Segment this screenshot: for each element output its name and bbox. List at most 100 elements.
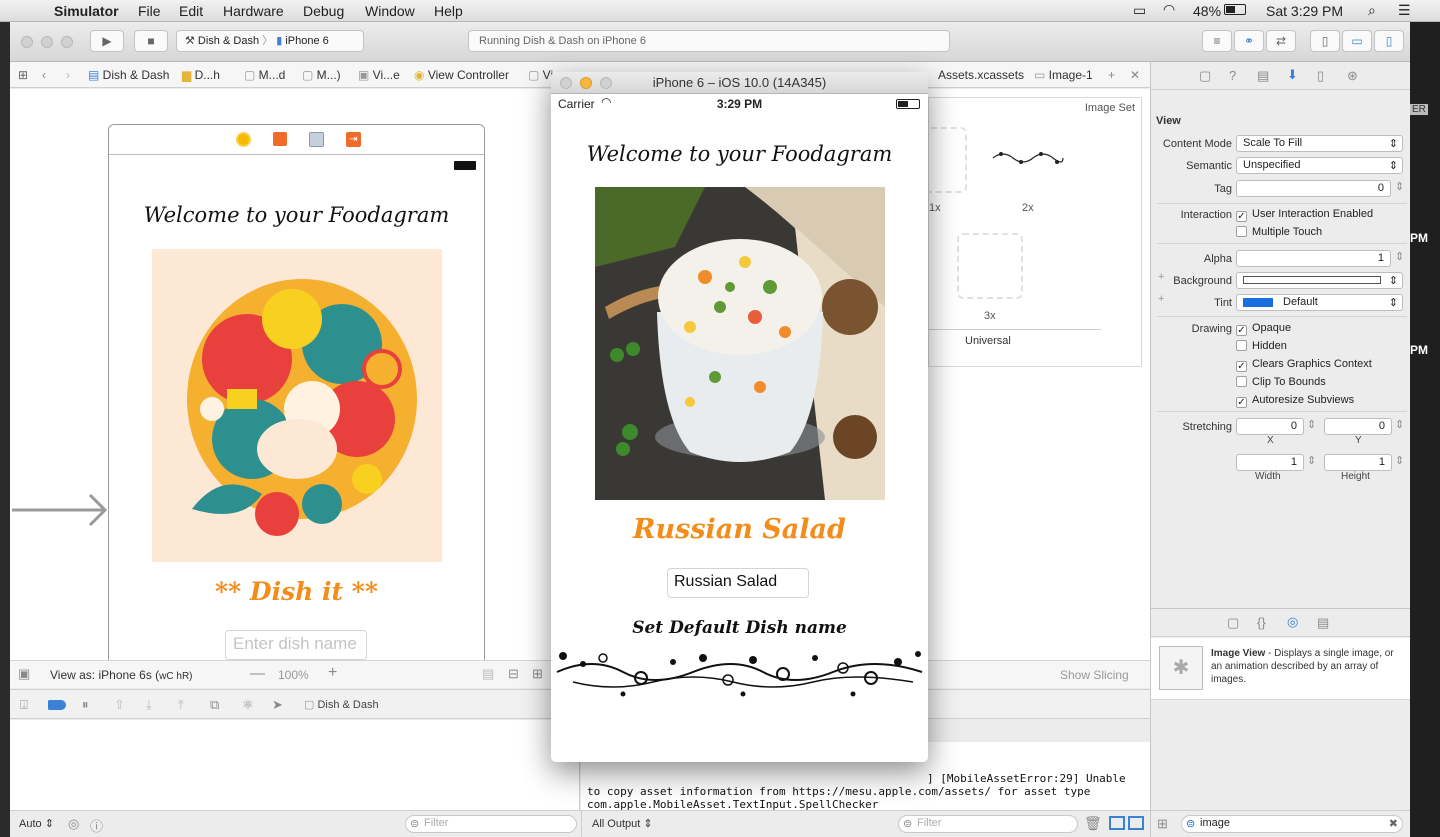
scene-dish-name-field[interactable]: Enter dish name xyxy=(225,630,367,660)
info-icon[interactable]: ⓘ xyxy=(90,816,103,835)
content-mode-select[interactable]: Scale To Fill ⇕ xyxy=(1236,135,1403,152)
debug-area-toggle[interactable]: ▭ xyxy=(1342,30,1372,52)
forward-icon[interactable]: › xyxy=(66,68,70,82)
user-interaction-checkbox[interactable]: ✓ User Interaction Enabled xyxy=(1236,208,1373,222)
stretch-width-field[interactable]: 1 xyxy=(1236,454,1304,471)
first-responder-icon[interactable] xyxy=(273,132,287,146)
semantic-select[interactable]: Unspecified ⇕ xyxy=(1236,157,1403,174)
scene-image-view[interactable] xyxy=(152,249,442,562)
object-library-icon[interactable]: ◎ xyxy=(1287,614,1298,630)
clip-to-bounds-checkbox[interactable]: Clip To Bounds xyxy=(1236,376,1326,388)
quick-help-icon[interactable]: ? xyxy=(1229,68,1236,83)
slot-2x-image[interactable] xyxy=(991,148,1065,168)
slot-3x-well[interactable] xyxy=(957,233,1023,299)
split-console-icon-2[interactable] xyxy=(1128,816,1144,830)
add-variation-icon[interactable]: + xyxy=(1158,271,1164,283)
wifi-icon[interactable]: ◠ xyxy=(1163,1,1175,18)
autoresize-checkbox[interactable]: ✓ Autoresize Subviews xyxy=(1236,394,1354,408)
breakpoints-icon[interactable] xyxy=(48,700,66,710)
outline-toggle-icon[interactable]: ▣ xyxy=(18,666,30,682)
menu-app-name[interactable]: Simulator xyxy=(54,3,119,19)
zoom-out-icon[interactable]: — xyxy=(250,665,265,682)
grid-view-icon[interactable]: ⊞ xyxy=(1157,816,1168,832)
menu-debug[interactable]: Debug xyxy=(303,3,344,19)
sim-dish-name-field[interactable]: Russian Salad xyxy=(667,568,809,598)
version-editor-button[interactable]: ⇄ xyxy=(1266,30,1296,52)
crumb-scene[interactable]: ▣ Vi...e xyxy=(358,68,400,82)
memory-graph-icon[interactable]: ⚛ xyxy=(242,697,254,713)
simulator-window[interactable]: iPhone 6 – iOS 10.0 (14A345) Carrier ◠ 3… xyxy=(551,72,928,762)
step-out-icon[interactable]: ⤒ xyxy=(178,697,184,713)
crumb-base[interactable]: ▢ M...) xyxy=(302,68,341,82)
add-editor-icon[interactable]: + xyxy=(1108,68,1115,82)
menu-edit[interactable]: Edit xyxy=(179,3,203,19)
crumb-storyboard[interactable]: ▢ M...d xyxy=(244,68,285,82)
all-output-selector[interactable]: All Output ⇕ xyxy=(592,817,653,830)
library-search[interactable]: ⊜ image ✖ xyxy=(1181,815,1403,833)
auto-selector[interactable]: Auto ⇕ xyxy=(19,817,54,830)
alpha-stepper[interactable]: ⇕ xyxy=(1395,250,1404,263)
assistant-editor-button[interactable]: ⚭ xyxy=(1234,30,1264,52)
location-icon[interactable]: ➤ xyxy=(272,697,283,713)
align-icon[interactable]: ⊟ xyxy=(508,666,519,682)
menu-hardware[interactable]: Hardware xyxy=(223,3,284,19)
close-editor-icon[interactable]: ✕ xyxy=(1130,68,1140,82)
minimize-button[interactable] xyxy=(41,36,53,48)
stretch-width-stepper[interactable]: ⇕ xyxy=(1307,454,1316,467)
related-items-icon[interactable]: ⊞ xyxy=(18,68,28,82)
embed-stack-icon[interactable]: ▤ xyxy=(482,666,494,682)
alpha-field[interactable]: 1 xyxy=(1236,250,1391,267)
scheme-selector[interactable]: ⚒ Dish & Dash 〉 ▮ iPhone 6 xyxy=(176,30,364,52)
russian-salad-image[interactable] xyxy=(595,187,885,500)
crumb-project[interactable]: ▤ Dish & Dash xyxy=(88,68,169,82)
stretch-x-stepper[interactable]: ⇕ xyxy=(1307,418,1316,431)
navigator-toggle[interactable]: ▯ xyxy=(1310,30,1340,52)
clears-graphics-checkbox[interactable]: ✓ Clears Graphics Context xyxy=(1236,358,1372,372)
utilities-toggle[interactable]: ▯ xyxy=(1374,30,1404,52)
connections-inspector-icon[interactable]: ⊛ xyxy=(1347,68,1358,84)
sim-zoom-button[interactable] xyxy=(600,77,612,89)
pin-icon[interactable]: ⊞ xyxy=(532,666,543,682)
menu-window[interactable]: Window xyxy=(365,3,415,19)
run-button[interactable]: ▶ xyxy=(90,30,124,52)
stretch-y-stepper[interactable]: ⇕ xyxy=(1395,418,1404,431)
attributes-inspector-icon[interactable]: ⬇ xyxy=(1287,67,1298,83)
stretch-height-stepper[interactable]: ⇕ xyxy=(1395,454,1404,467)
crumb-assets[interactable]: Assets.xcassets xyxy=(938,68,1024,82)
storyboard-scene[interactable]: ⇥ Welcome to your Foodagram ** Dish it *… xyxy=(108,124,485,664)
code-snippet-icon[interactable]: {} xyxy=(1257,615,1266,630)
stretch-height-field[interactable]: 1 xyxy=(1324,454,1392,471)
view-debugger-icon[interactable]: ⧉ xyxy=(210,697,219,713)
file-inspector-icon[interactable]: ▢ xyxy=(1199,68,1211,84)
entry-point-arrow[interactable] xyxy=(12,492,108,528)
airplay-icon[interactable]: ▭ xyxy=(1133,2,1146,19)
hidden-checkbox[interactable]: Hidden xyxy=(1236,340,1287,352)
spotlight-icon[interactable]: ⌕ xyxy=(1368,2,1376,19)
list-icon[interactable]: ☰ xyxy=(1398,2,1411,19)
zoom-button[interactable] xyxy=(61,36,73,48)
tint-select[interactable]: Default ⇕ xyxy=(1236,294,1403,311)
tag-field[interactable]: 0 xyxy=(1236,180,1391,197)
menu-file[interactable]: File xyxy=(138,3,161,19)
eye-icon[interactable]: ◎ xyxy=(68,816,79,832)
opaque-checkbox[interactable]: ✓ Opaque xyxy=(1236,322,1291,336)
show-slicing-button[interactable]: Show Slicing xyxy=(1060,668,1129,682)
zoom-in-icon[interactable]: + xyxy=(328,664,337,682)
view-controller-icon[interactable] xyxy=(236,132,251,147)
battery-icon[interactable] xyxy=(1224,4,1246,15)
step-into-icon[interactable]: ⤓ xyxy=(146,697,152,713)
exit-icon[interactable]: ⇥ xyxy=(346,132,361,147)
stretch-y-field[interactable]: 0 xyxy=(1324,418,1392,435)
clear-icon[interactable]: ✖ xyxy=(1389,817,1398,830)
identity-inspector-icon[interactable]: ▤ xyxy=(1257,68,1269,84)
menu-clock[interactable]: Sat 3:29 PM xyxy=(1266,3,1343,19)
crumb-folder[interactable]: ▆ D...h xyxy=(182,68,220,82)
stop-button[interactable]: ■ xyxy=(134,30,168,52)
media-library-icon[interactable]: ▤ xyxy=(1317,615,1329,631)
library-item-image-view[interactable]: ✱ Image View - Displays a single image, … xyxy=(1151,638,1410,700)
standard-editor-button[interactable]: ≡ xyxy=(1202,30,1232,52)
debug-scheme-label[interactable]: ▢ Dish & Dash xyxy=(304,698,379,711)
crumb-view[interactable]: ▢ Vi xyxy=(528,68,553,82)
back-icon[interactable]: ‹ xyxy=(42,68,46,82)
console-filter[interactable]: ⊜ Filter xyxy=(898,815,1078,833)
